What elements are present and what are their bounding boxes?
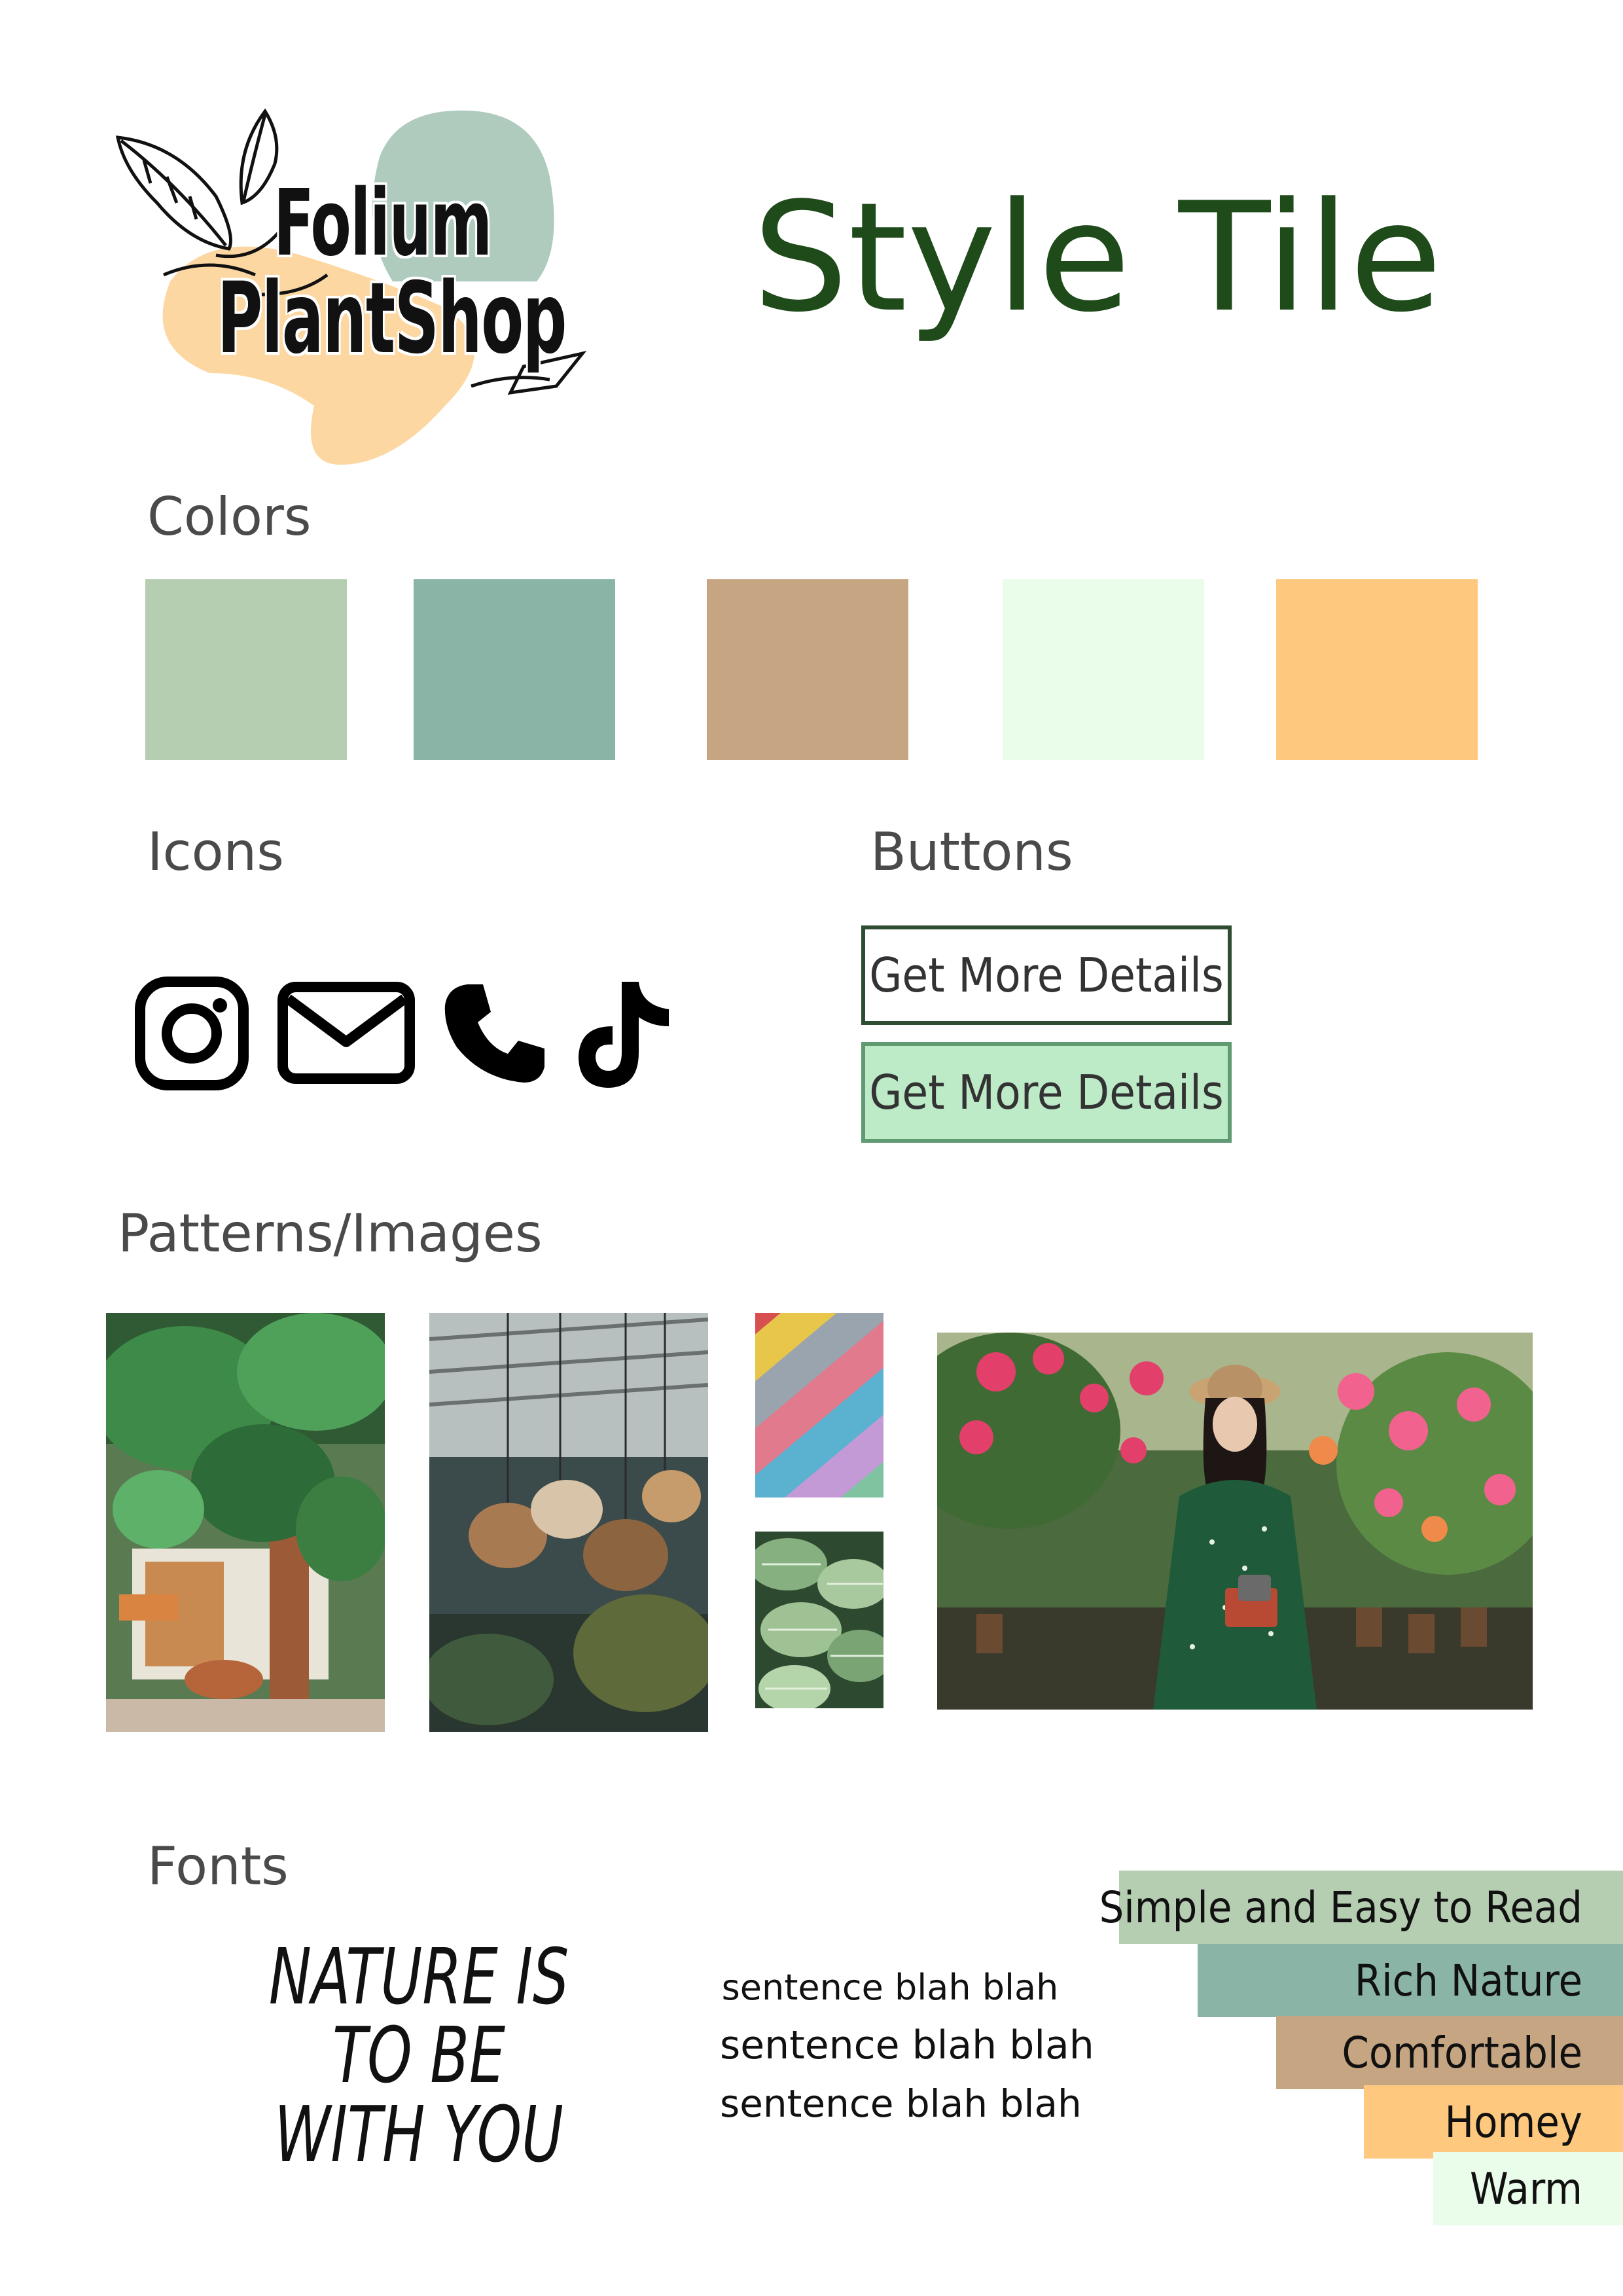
leaf-pattern <box>755 1532 883 1708</box>
color-swatch-sage <box>145 579 347 760</box>
icons-heading: Icons <box>147 821 284 882</box>
keyword-label: Comfortable <box>1342 2027 1582 2078</box>
instagram-icon[interactable] <box>135 977 249 1090</box>
color-swatch-tan <box>707 579 908 760</box>
display-font-sample: NATURE IS TO BE WITH YOU <box>268 1931 569 2179</box>
fonts-heading: Fonts <box>147 1836 289 1897</box>
keyword-label: Warm <box>1470 2163 1582 2214</box>
buttons-heading: Buttons <box>870 821 1073 882</box>
keyword-label: Rich Nature <box>1354 1955 1582 2006</box>
page-title: Style Tile <box>753 171 1442 346</box>
button-label: Get More Details <box>869 1065 1224 1120</box>
logo-line-folium: Folium <box>274 170 492 277</box>
color-swatch-teal <box>414 579 615 760</box>
color-swatch-mint <box>1003 579 1204 760</box>
logo-line-plantshop: PlantShop <box>217 262 567 376</box>
button-label: Get More Details <box>869 948 1224 1003</box>
keyword-bar: Simple and Easy to Read <box>1099 1871 1623 1944</box>
body-font-sample-3: sentence blah blah <box>720 2081 1082 2126</box>
hanging-planters-photo <box>429 1313 708 1732</box>
body-font-sample-1: sentence blah blah <box>721 1967 1059 2008</box>
keyword-bar: Rich Nature <box>1198 1944 1623 2017</box>
tiktok-icon[interactable] <box>576 979 674 1090</box>
keyword-bar: Homey <box>1364 2085 1623 2159</box>
folium-logo: Folium PlantShop <box>105 98 668 478</box>
keyword-label: Homey <box>1444 2096 1582 2147</box>
keyword-bar: Warm <box>1433 2152 1623 2225</box>
keyword-bar: Comfortable <box>1276 2016 1623 2089</box>
mail-icon[interactable] <box>277 982 415 1084</box>
plant-shop-interior-photo <box>106 1313 385 1732</box>
body-font-sample-2: sentence blah blah <box>720 2022 1094 2068</box>
greenhouse-woman-photo <box>937 1333 1533 1710</box>
patterns-heading: Patterns/Images <box>118 1203 543 1264</box>
colors-heading: Colors <box>147 486 312 547</box>
phone-icon[interactable] <box>442 982 547 1086</box>
color-swatch-peach <box>1276 579 1478 760</box>
get-more-details-button-outline[interactable]: Get More Details <box>861 925 1232 1025</box>
rainbow-wood-pattern <box>755 1313 883 1498</box>
get-more-details-button-filled[interactable]: Get More Details <box>861 1042 1232 1143</box>
keyword-label: Simple and Easy to Read <box>1099 1882 1582 1933</box>
